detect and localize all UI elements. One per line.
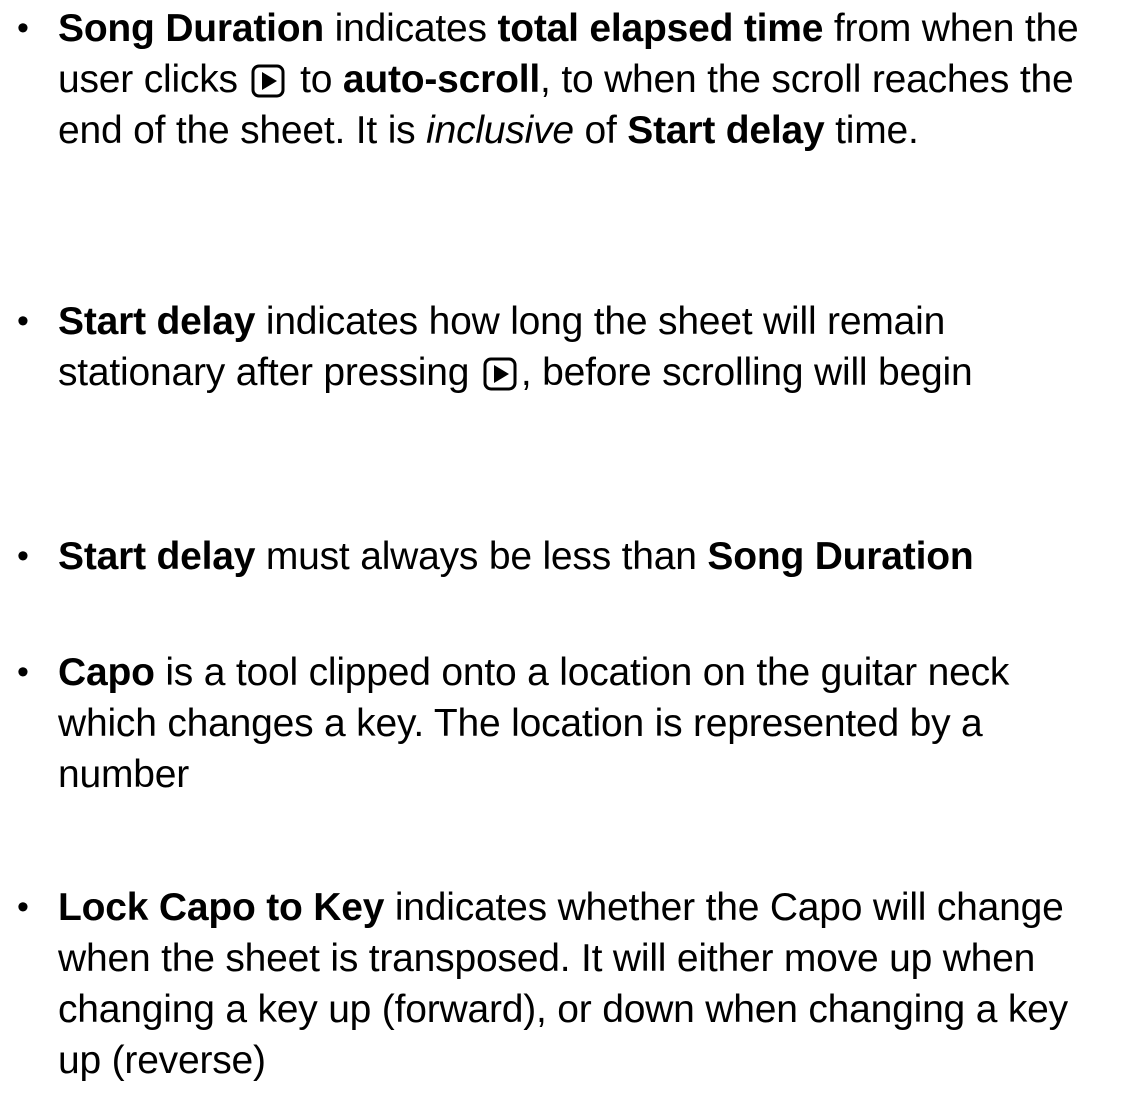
term-capo: Capo bbox=[58, 651, 155, 694]
bullet-icon: • bbox=[17, 9, 29, 47]
bullet-icon: • bbox=[17, 302, 29, 340]
glossary-page: • Song Duration indicates total elapsed t… bbox=[0, 0, 1123, 1103]
definition-text: , before scrolling will begin bbox=[520, 351, 973, 394]
bullet-icon: • bbox=[17, 653, 29, 691]
bullet-icon: • bbox=[17, 888, 29, 926]
bullet-icon: • bbox=[17, 537, 29, 575]
definition-start-delay: • Start delay indicates how long the shee… bbox=[17, 296, 1118, 398]
definition-text: time. bbox=[824, 109, 919, 152]
emphasis-text: auto-scroll bbox=[342, 58, 541, 101]
definition-text: indicates bbox=[324, 7, 498, 50]
play-button-icon bbox=[483, 357, 517, 391]
definition-text: must always be less than bbox=[255, 535, 708, 578]
term-song-duration: Song Duration bbox=[58, 7, 325, 50]
definition-song-duration: • Song Duration indicates total elapsed t… bbox=[17, 3, 1118, 156]
term-start-delay: Start delay bbox=[58, 300, 256, 343]
definition-text: is a tool clipped onto a location on the… bbox=[58, 651, 1010, 796]
rule-start-delay-less-than-duration: • Start delay must always be less than So… bbox=[17, 531, 1118, 582]
definition-text: to bbox=[289, 58, 343, 101]
definition-capo: • Capo is a tool clipped onto a location … bbox=[17, 647, 1118, 800]
definition-lock-capo-to-key: • Lock Capo to Key indicates whether the … bbox=[17, 882, 1118, 1086]
term-start-delay: Start delay bbox=[58, 535, 256, 578]
play-button-icon bbox=[251, 64, 285, 98]
definition-text: of bbox=[573, 109, 628, 152]
emphasis-text: Start delay bbox=[627, 109, 825, 152]
emphasis-text: total elapsed time bbox=[497, 7, 824, 50]
italic-text: inclusive bbox=[426, 109, 574, 152]
term-lock-capo-to-key: Lock Capo to Key bbox=[58, 886, 385, 929]
emphasis-text: Song Duration bbox=[707, 535, 974, 578]
